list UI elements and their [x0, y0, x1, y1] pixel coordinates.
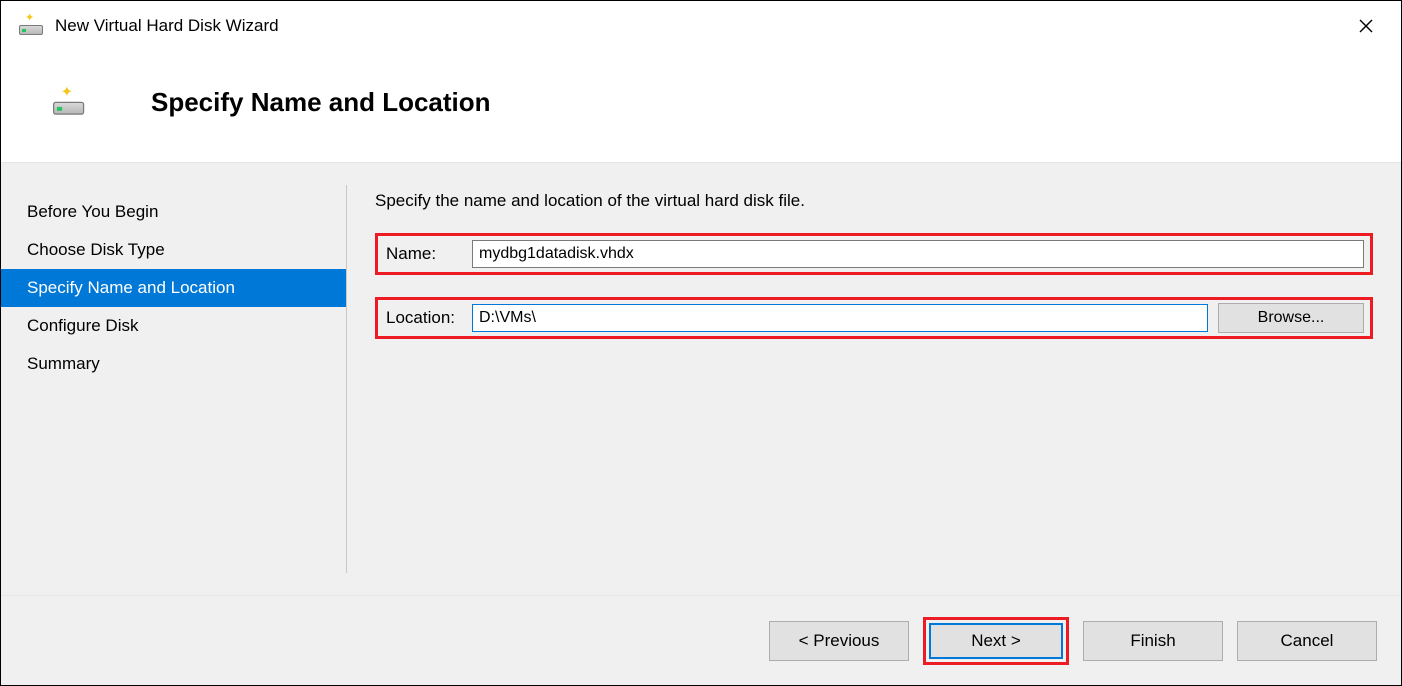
footer: < Previous Next > Finish Cancel: [1, 595, 1401, 685]
page-header: ✦ Specify Name and Location: [1, 51, 1401, 162]
sidebar-item-before-you-begin[interactable]: Before You Begin: [1, 193, 346, 231]
titlebar: ✦ New Virtual Hard Disk Wizard: [1, 1, 1401, 51]
wizard-window: ✦ New Virtual Hard Disk Wizard ✦ Specify…: [0, 0, 1402, 686]
sidebar-item-label: Summary: [27, 354, 100, 373]
sidebar-item-label: Configure Disk: [27, 316, 139, 335]
location-row-highlight: Location: Browse...: [375, 297, 1373, 339]
browse-button[interactable]: Browse...: [1218, 303, 1364, 333]
next-button-highlight: Next >: [923, 617, 1069, 665]
instruction-text: Specify the name and location of the vir…: [375, 191, 1373, 211]
location-input[interactable]: [472, 304, 1208, 332]
sidebar-item-label: Before You Begin: [27, 202, 158, 221]
sidebar-item-label: Specify Name and Location: [27, 278, 235, 297]
finish-button[interactable]: Finish: [1083, 621, 1223, 661]
hard-disk-icon: ✦: [19, 17, 43, 35]
sidebar-item-configure-disk[interactable]: Configure Disk: [1, 307, 346, 345]
body: Before You Begin Choose Disk Type Specif…: [1, 162, 1401, 595]
hard-disk-icon: ✦: [53, 91, 84, 114]
sidebar-item-label: Choose Disk Type: [27, 240, 165, 259]
location-label: Location:: [378, 308, 472, 328]
cancel-button[interactable]: Cancel: [1237, 621, 1377, 661]
close-button[interactable]: [1343, 10, 1389, 42]
sidebar-item-choose-disk-type[interactable]: Choose Disk Type: [1, 231, 346, 269]
sidebar-item-specify-name-location[interactable]: Specify Name and Location: [1, 269, 346, 307]
name-input[interactable]: [472, 240, 1364, 268]
sidebar-item-summary[interactable]: Summary: [1, 345, 346, 383]
close-icon: [1359, 19, 1373, 33]
content-pane: Specify the name and location of the vir…: [347, 163, 1401, 595]
sidebar: Before You Begin Choose Disk Type Specif…: [1, 163, 346, 595]
page-title: Specify Name and Location: [151, 87, 491, 118]
name-label: Name:: [378, 244, 472, 264]
previous-button[interactable]: < Previous: [769, 621, 909, 661]
next-button[interactable]: Next >: [929, 623, 1063, 659]
window-title: New Virtual Hard Disk Wizard: [55, 16, 279, 36]
app-icon: ✦: [19, 17, 45, 35]
name-row-highlight: Name:: [375, 233, 1373, 275]
